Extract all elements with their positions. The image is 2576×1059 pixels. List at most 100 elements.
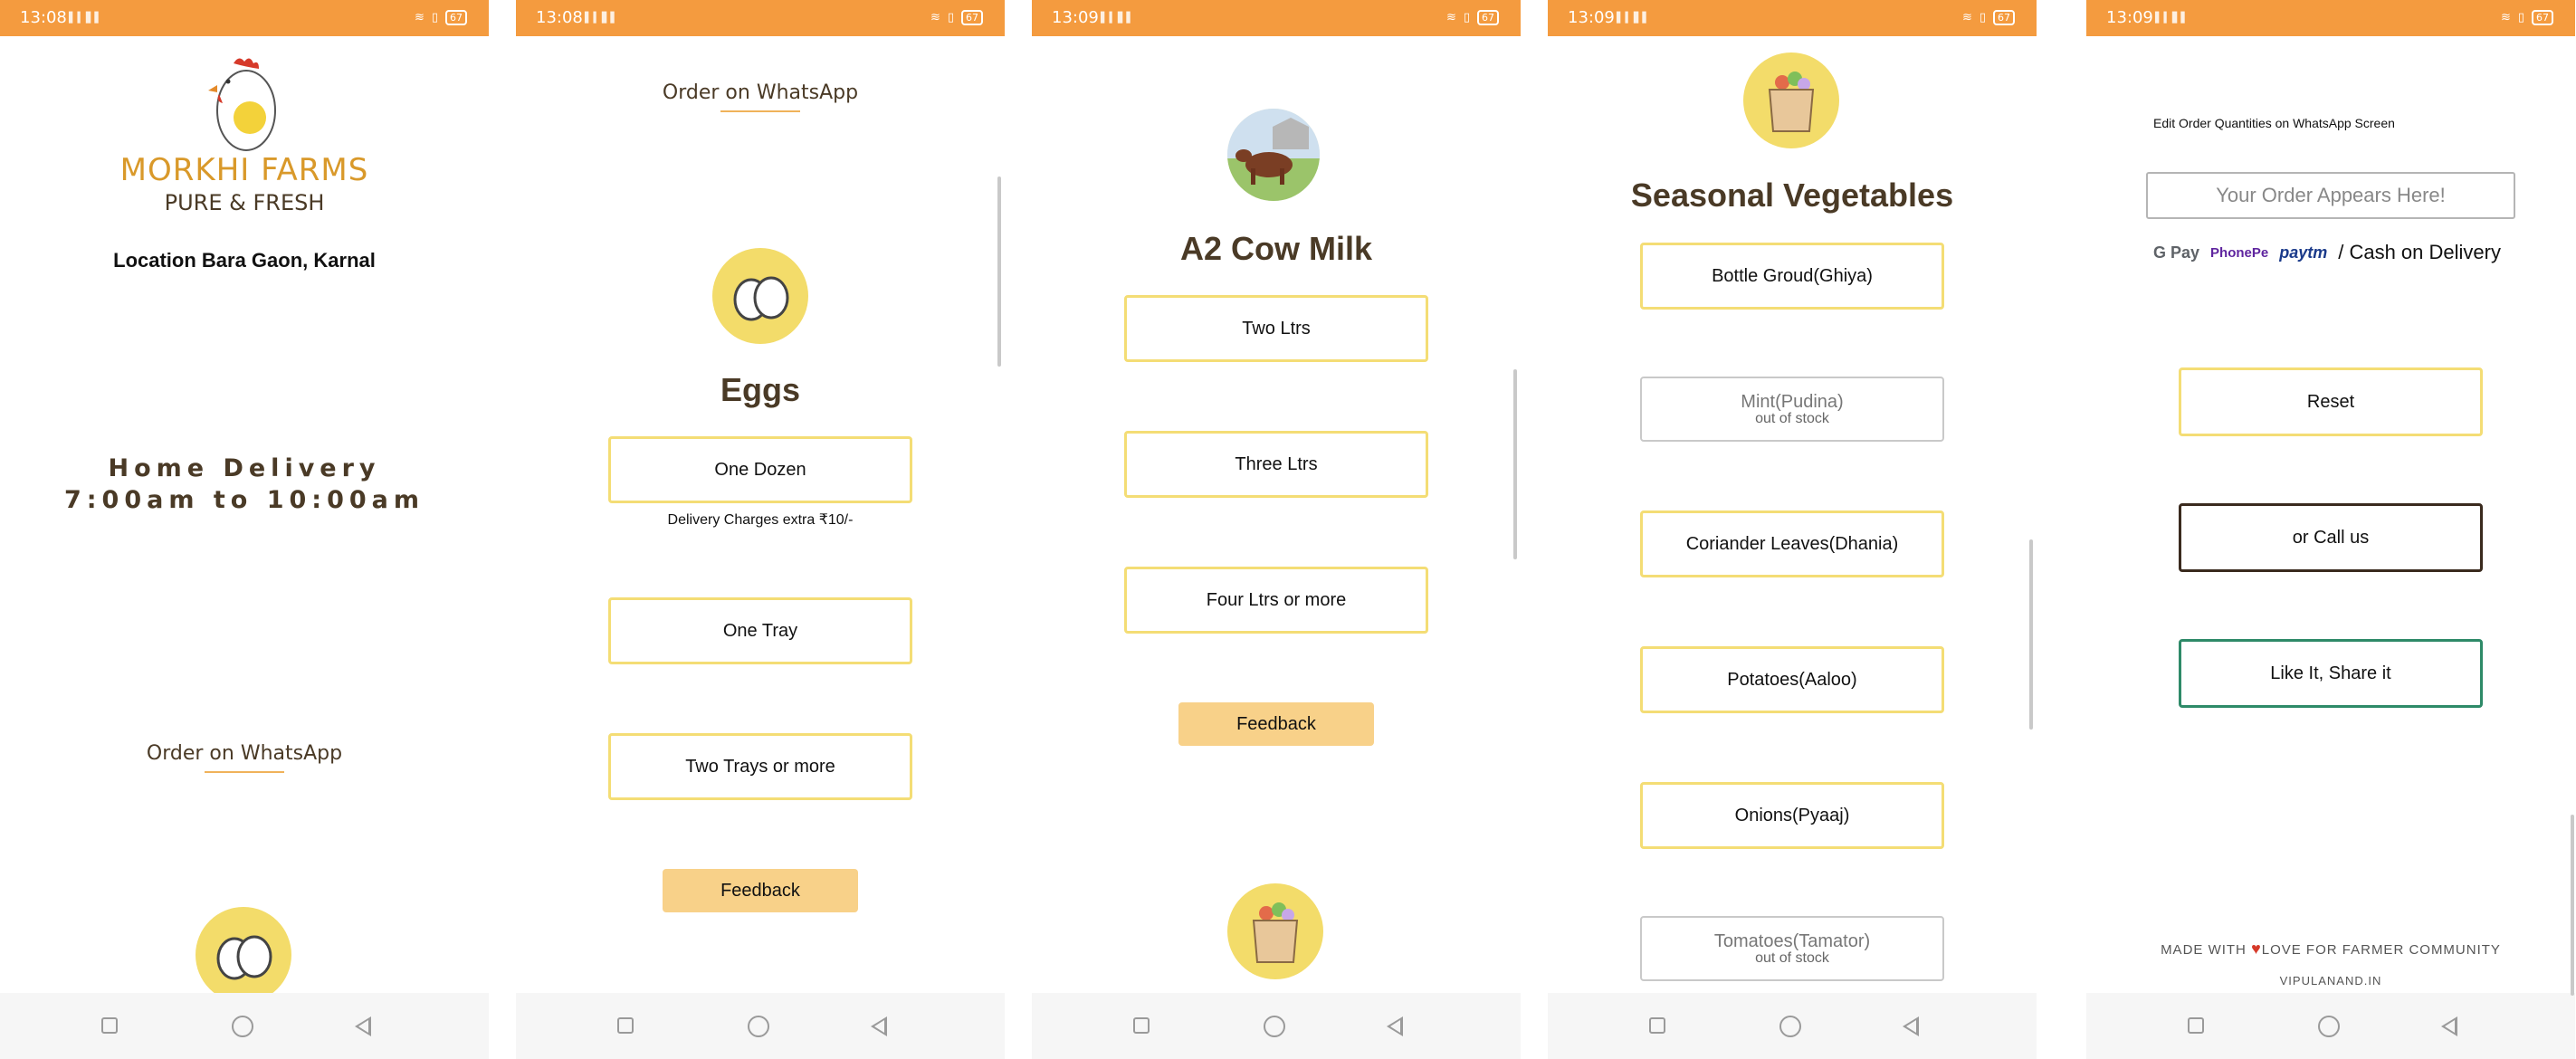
screen-vegetables: 13:09 ▌▍▋▌ ≋ ▯ 67 Seasonal Vegetables Bo… [1548,0,2037,1059]
status-bar: 13:09 ▌▍▋▌ ≋ ▯ 67 [1548,0,2037,36]
vegetable-item-out-of-stock: Tomatoes(Tamator) out of stock [1640,916,1944,981]
eggs-icon [196,907,291,1003]
screen-milk: 13:09 ▌▍▋▌ ≋ ▯ 67 A2 Cow Milk Two Ltrs T… [1032,0,1521,1059]
back-icon[interactable] [1387,1016,1403,1036]
home-icon[interactable] [1779,1016,1801,1037]
footer-credit: MADE WITH ♥LOVE FOR FARMER COMMUNITY [2086,940,2575,959]
home-icon[interactable] [748,1016,769,1037]
brand-name: MORKHI FARMS [119,152,369,188]
recent-apps-icon[interactable] [1649,1017,1665,1034]
option-button[interactable]: Three Ltrs [1124,431,1428,498]
delivery-note: Delivery Charges extra ₹10/- [667,512,854,528]
signal-icon: ▌▍▋▌ [1101,12,1135,24]
wifi-icon: ≋ [1445,11,1456,24]
feedback-button[interactable]: Feedback [1178,702,1374,746]
signal-icon: ▌▍▋▌ [69,12,103,24]
scrollbar[interactable] [997,176,1001,367]
brand-tagline: PURE & FRESH [164,190,325,215]
status-icons: ≋ ▯ 67 [2501,10,2553,25]
gpay-logo: G Pay [2153,243,2200,262]
feedback-button[interactable]: Feedback [663,869,858,912]
vibrate-icon: ▯ [947,11,954,24]
item-label: Potatoes(Aaloo) [1727,669,1857,690]
call-us-button[interactable]: or Call us [2179,503,2483,572]
home-icon[interactable] [232,1016,253,1037]
nav-bar [1032,993,1521,1059]
footer-site-link[interactable]: VIPULANAND.IN [2086,974,2575,987]
status-bar: 13:08 ▌▍▋▌ ≋ ▯ 67 [0,0,489,36]
vegetable-item[interactable]: Bottle Groud(Ghiya) [1640,243,1944,310]
scrollbar[interactable] [2029,539,2033,730]
scrollbar[interactable] [1513,369,1517,559]
section-title: Eggs [720,371,800,408]
vegetable-item-out-of-stock: Mint(Pudina) out of stock [1640,377,1944,442]
paytm-logo: paytm [2279,243,2328,262]
grocery-bag-icon [1227,883,1323,979]
whatsapp-underline [720,110,800,112]
vibrate-icon: ▯ [2517,11,2524,24]
location-text: Location Bara Gaon, Karnal [113,249,376,272]
heart-icon: ♥ [2251,940,2262,958]
battery-icon: 67 [961,10,983,25]
nav-bar [0,993,489,1059]
option-button[interactable]: One Dozen [608,436,912,503]
footer-made: MADE WITH [2161,942,2247,958]
order-whatsapp-link[interactable]: Order on WhatsApp [516,81,1005,104]
order-placeholder: Your Order Appears Here! [2216,184,2446,206]
section-title: Seasonal Vegetables [1630,176,1954,214]
nav-bar [516,993,1005,1059]
order-whatsapp-link[interactable]: Order on WhatsApp [0,742,489,765]
stock-status: out of stock [1755,410,1829,426]
battery-icon: 67 [1477,10,1499,25]
status-bar: 13:08 ▌▍▋▌ ≋ ▯ 67 [516,0,1005,36]
order-summary-field[interactable]: Your Order Appears Here! [2146,172,2515,219]
battery-icon: 67 [2532,10,2553,25]
status-time: 13:08 [20,8,67,27]
screen-eggs: 13:08 ▌▍▋▌ ≋ ▯ 67 Order on WhatsApp Eggs… [516,0,1005,1059]
back-icon[interactable] [355,1016,371,1036]
option-button[interactable]: Four Ltrs or more [1124,567,1428,634]
wifi-icon: ≋ [930,11,940,24]
option-button[interactable]: One Tray [608,597,912,664]
recent-apps-icon[interactable] [1133,1017,1150,1034]
vegetable-item[interactable]: Coriander Leaves(Dhania) [1640,510,1944,577]
wifi-icon: ≋ [414,11,425,24]
vibrate-icon: ▯ [431,11,438,24]
status-time: 13:09 [2106,8,2153,27]
vegetable-item[interactable]: Potatoes(Aaloo) [1640,646,1944,713]
scrollbar[interactable] [2571,815,2574,996]
brand-logo-hen [206,52,282,154]
share-button[interactable]: Like It, Share it [2179,639,2483,708]
status-icons: ≋ ▯ 67 [415,10,467,25]
footer-love: LOVE FOR FARMER COMMUNITY [2261,942,2501,958]
section-title: A2 Cow Milk [1179,230,1373,267]
back-icon[interactable] [871,1016,887,1036]
vibrate-icon: ▯ [1463,11,1470,24]
status-bar: 13:09 ▌▍▋▌ ≋ ▯ 67 [2086,0,2575,36]
item-label: Bottle Groud(Ghiya) [1712,265,1873,286]
signal-icon: ▌▍▋▌ [585,12,619,24]
home-icon[interactable] [1264,1016,1285,1037]
status-time: 13:08 [536,8,583,27]
option-button[interactable]: Two Ltrs [1124,295,1428,362]
vibrate-icon: ▯ [1979,11,1986,24]
status-time: 13:09 [1052,8,1099,27]
item-label: Mint(Pudina) [1741,391,1844,412]
back-icon[interactable] [1903,1016,1919,1036]
battery-icon: 67 [445,10,467,25]
back-icon[interactable] [2441,1016,2457,1036]
option-button[interactable]: Two Trays or more [608,733,912,800]
recent-apps-icon[interactable] [101,1017,118,1034]
reset-button[interactable]: Reset [2179,367,2483,436]
home-icon[interactable] [2318,1016,2340,1037]
recent-apps-icon[interactable] [617,1017,634,1034]
payment-methods: G Pay PhonePe paytm / Cash on Delivery [2153,239,2552,266]
status-icons: ≋ ▯ 67 [1962,10,2015,25]
whatsapp-underline [205,771,284,773]
recent-apps-icon[interactable] [2188,1017,2204,1034]
wifi-icon: ≋ [2500,11,2511,24]
item-label: Onions(Pyaaj) [1734,805,1850,825]
edit-hint: Edit Order Quantities on WhatsApp Screen [2153,116,2395,130]
status-icons: ≋ ▯ 67 [1446,10,1499,25]
vegetable-item[interactable]: Onions(Pyaaj) [1640,782,1944,849]
